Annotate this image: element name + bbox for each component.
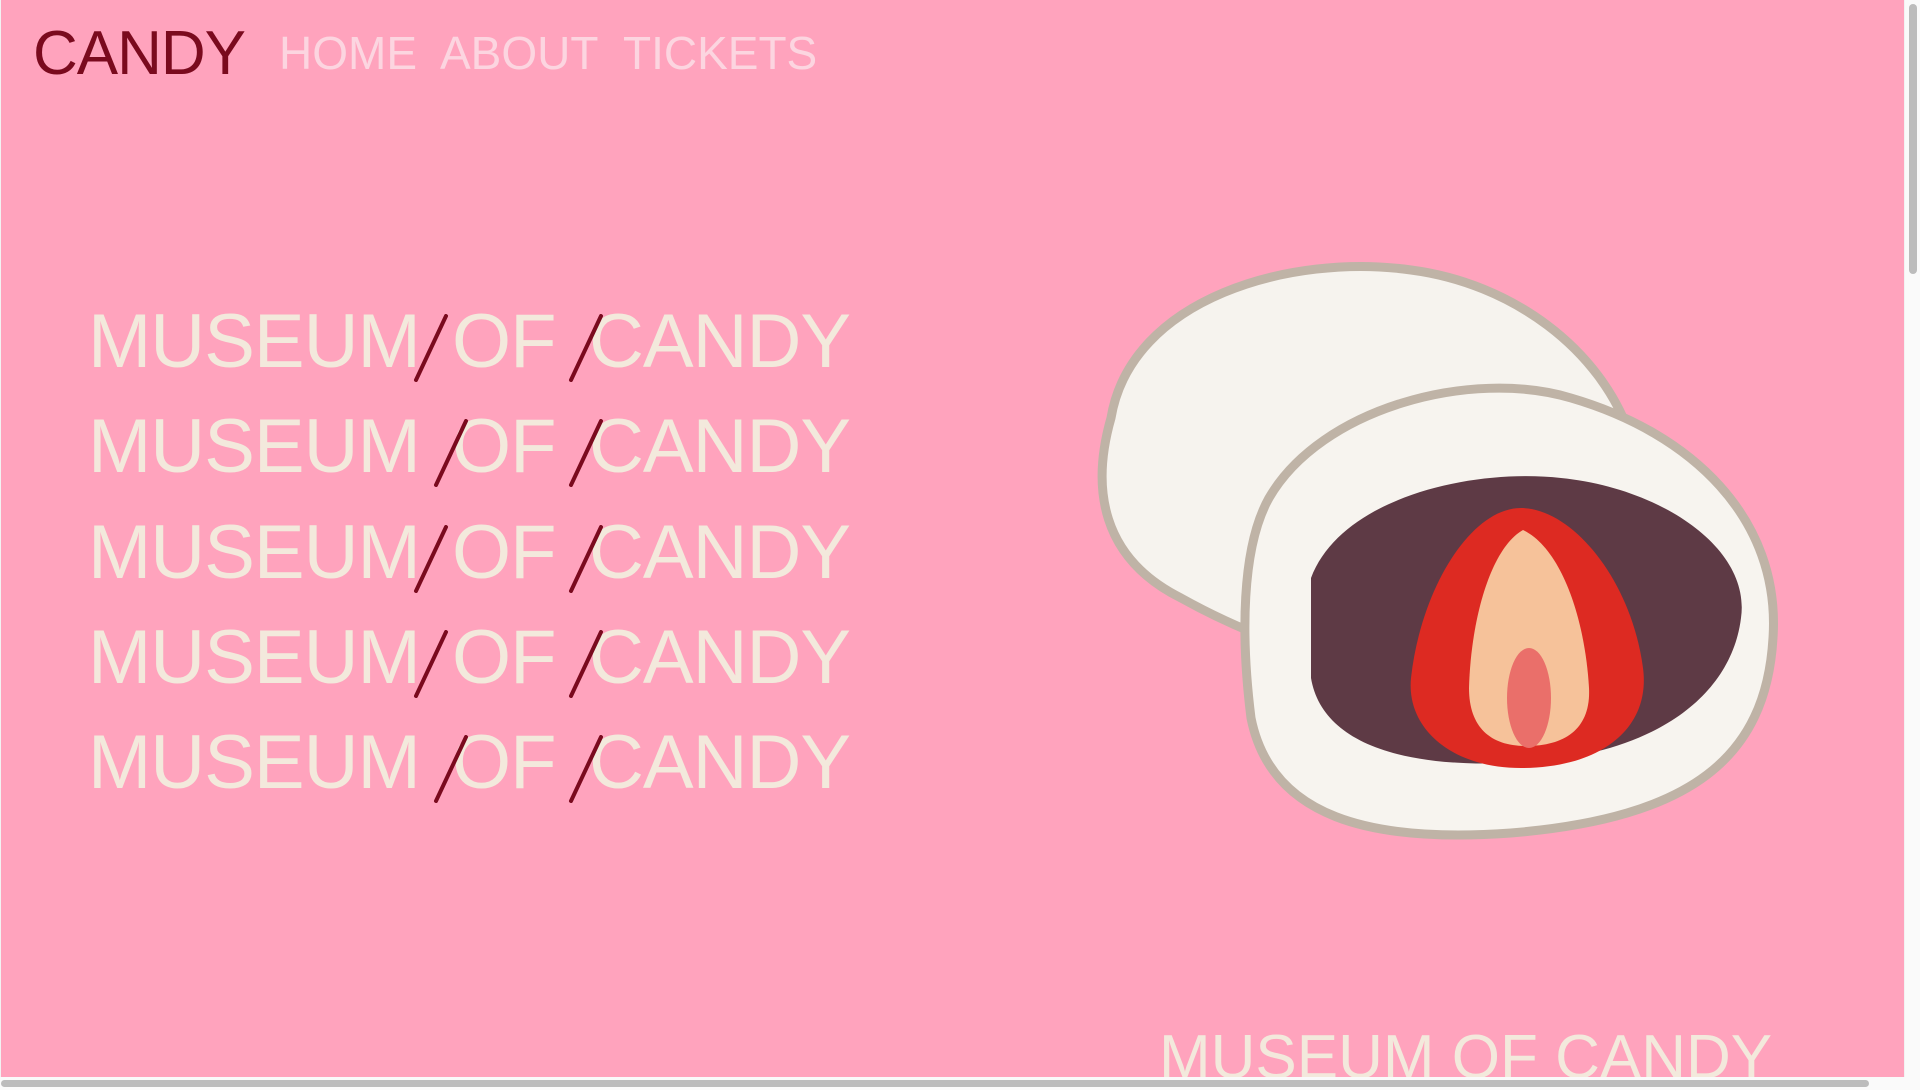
slash-mark (434, 735, 468, 803)
vertical-scroll-thumb[interactable] (1909, 4, 1917, 274)
nav-tickets[interactable]: TICKETS (623, 26, 817, 80)
hero-word: OF (452, 510, 557, 595)
slash-mark (569, 419, 603, 487)
horizontal-scrollbar[interactable] (0, 1077, 1920, 1090)
hero-word: MUSEUM (88, 720, 421, 805)
hero-word: OF (452, 299, 557, 384)
slash-mark (569, 735, 603, 803)
hero-word: OF (452, 615, 557, 700)
hero-word: MUSEUM (88, 299, 421, 384)
horizontal-scroll-thumb[interactable] (1, 1080, 1869, 1087)
hero-word: MUSEUM (88, 404, 421, 489)
hero-word: CANDY (589, 510, 851, 595)
hero-word: MUSEUM (88, 510, 421, 595)
nav-about[interactable]: ABOUT (440, 26, 598, 80)
nav-home[interactable]: HOME (279, 26, 417, 80)
slash-mark (434, 419, 468, 487)
hero-line: MUSEUM OF CANDY (1, 292, 901, 392)
hero-word: CANDY (589, 404, 851, 489)
slash-mark (414, 525, 448, 593)
slash-mark (414, 630, 448, 698)
slash-mark (569, 630, 603, 698)
footer-title: MUSEUM OF CANDY (1159, 1023, 1773, 1077)
slash-mark (414, 314, 448, 382)
hero-line: MUSEUM OF CANDY (1, 503, 901, 603)
hero-word: CANDY (589, 720, 851, 805)
slash-mark (569, 525, 603, 593)
vertical-scrollbar[interactable] (1905, 0, 1920, 1077)
hero-line: MUSEUM OF CANDY (1, 713, 901, 813)
hero-word: CANDY (589, 299, 851, 384)
hero-word: MUSEUM (88, 615, 421, 700)
page: CANDY HOME ABOUT TICKETS MUSEUM OF CANDY MU… (1, 0, 1904, 1077)
hero-line: MUSEUM OF CANDY (1, 397, 901, 497)
mochi-illustration (1097, 262, 1778, 840)
hero-word: CANDY (589, 615, 851, 700)
hero-line: MUSEUM OF CANDY (1, 608, 901, 708)
logo[interactable]: CANDY (33, 18, 246, 89)
slash-mark (569, 314, 603, 382)
